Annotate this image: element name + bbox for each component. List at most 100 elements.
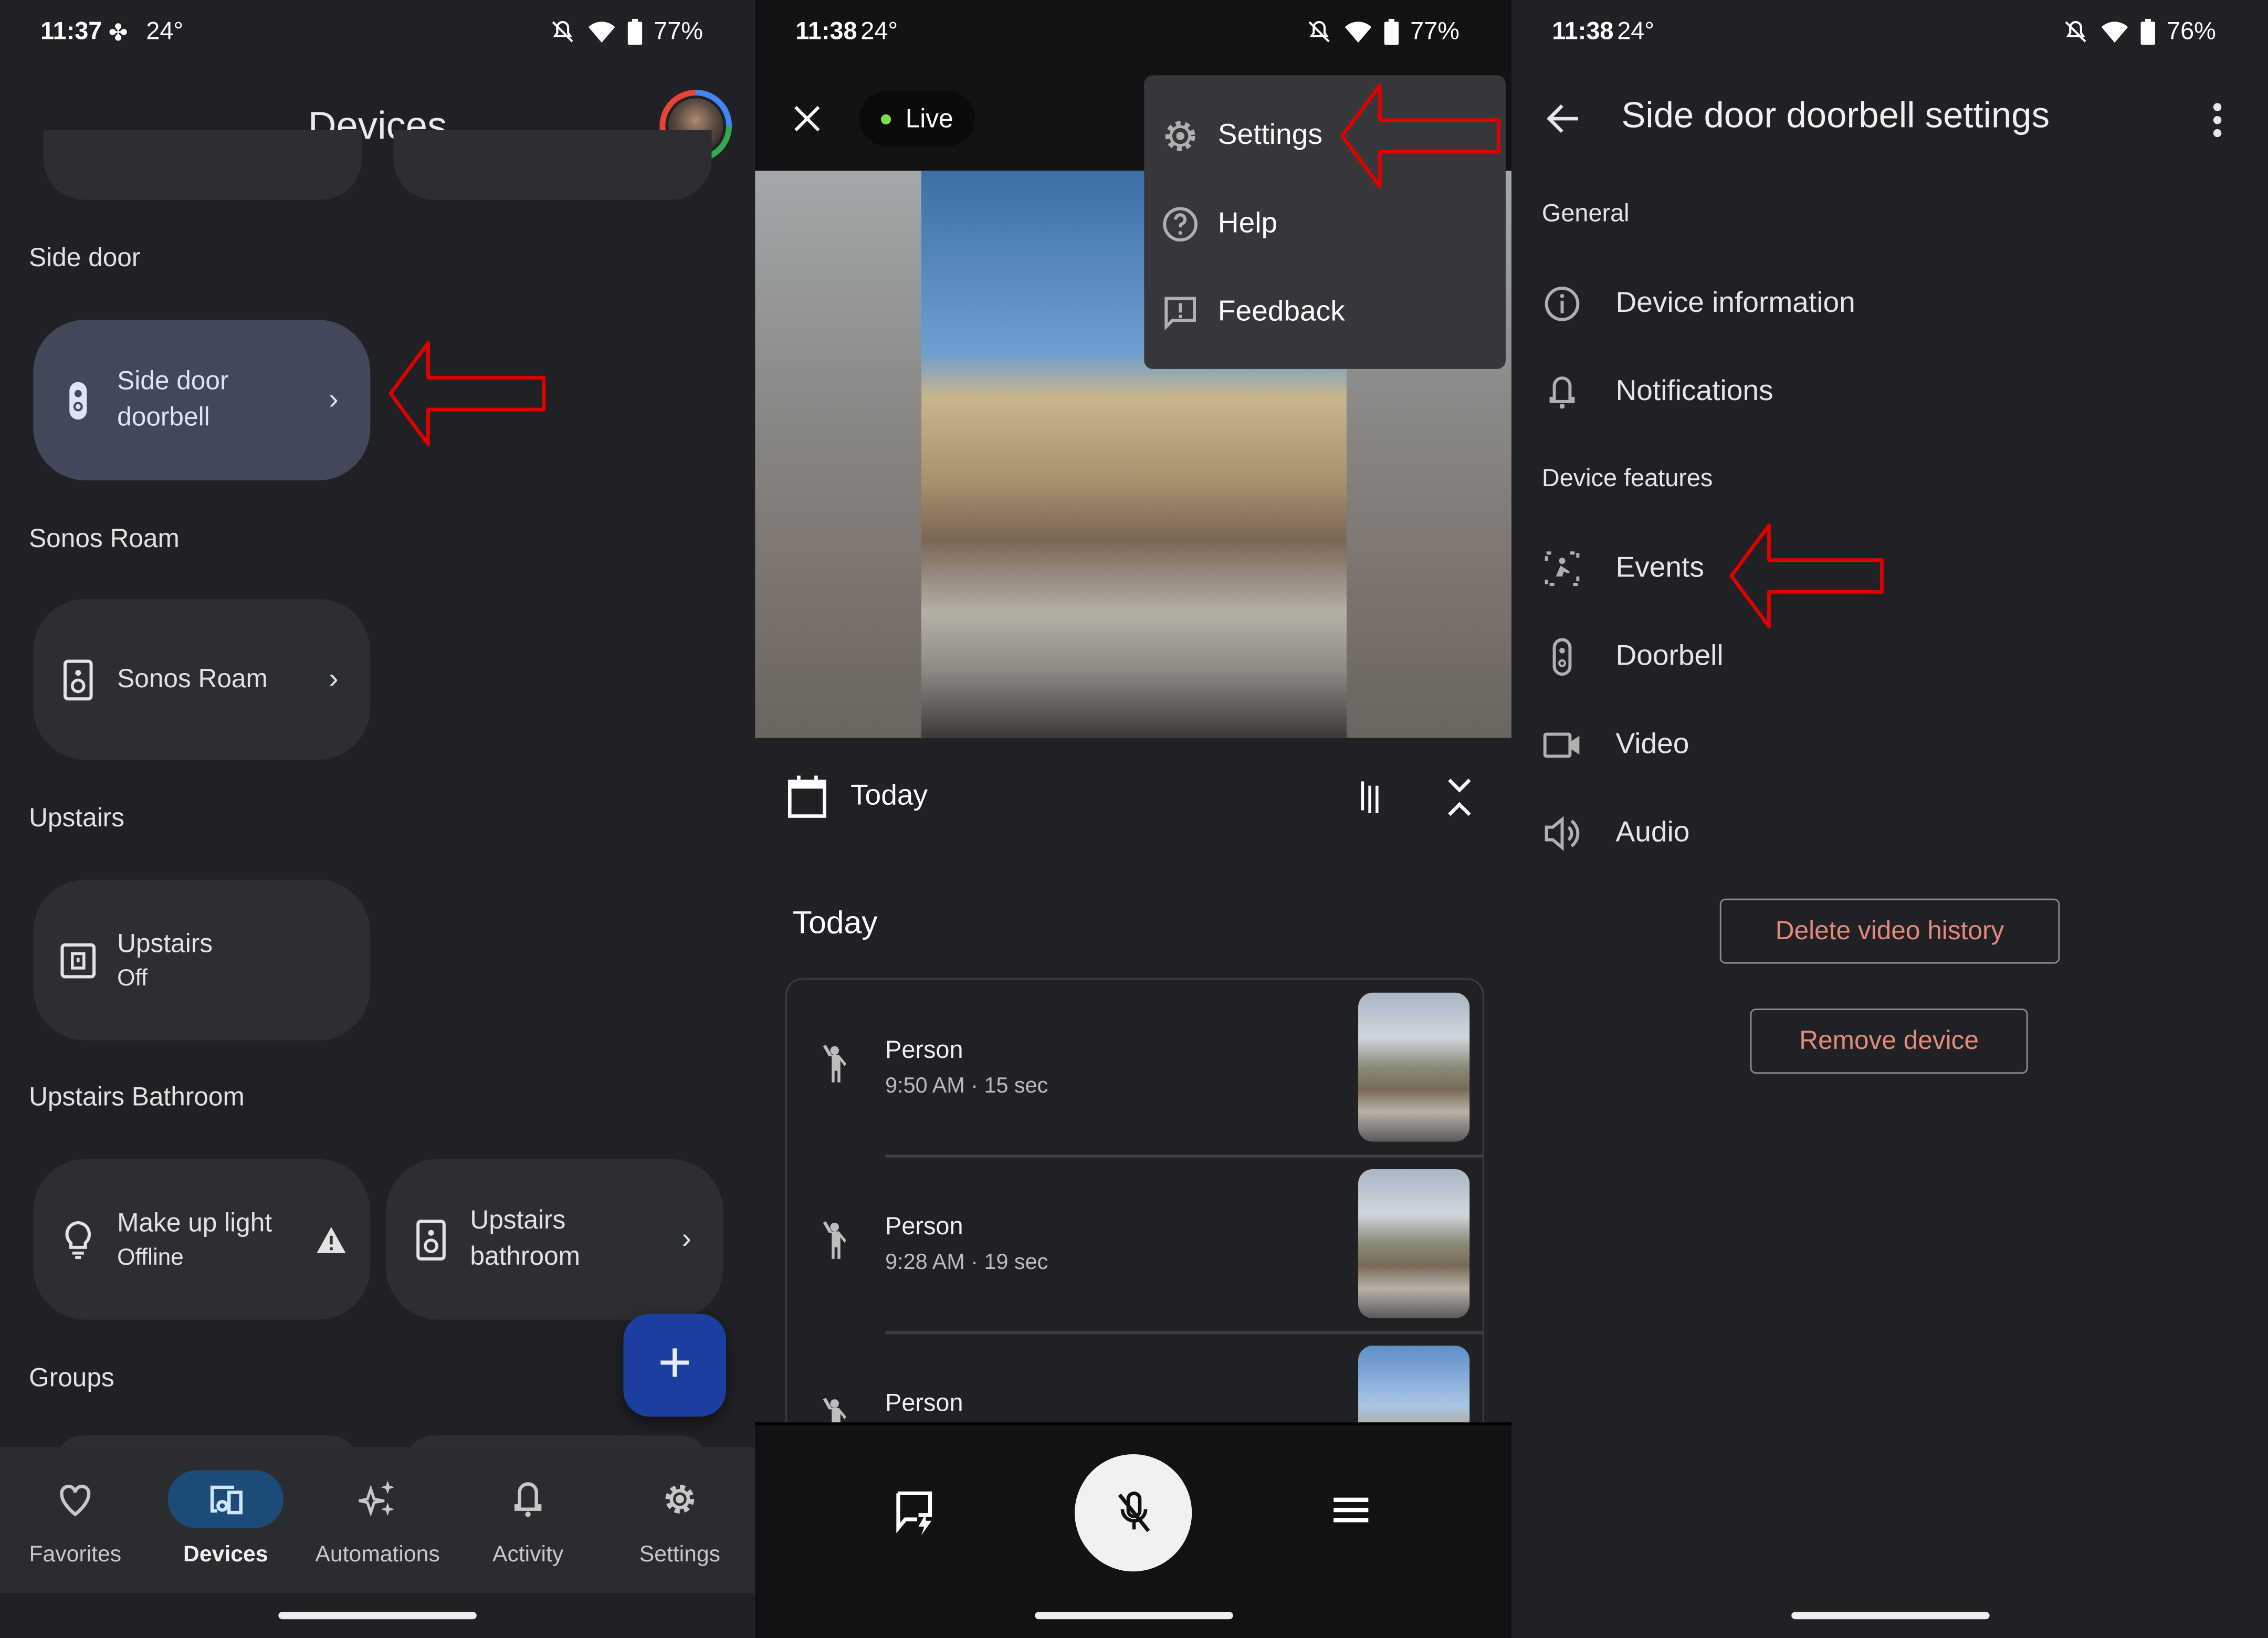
status-bar: 11:38 24° 77% [755, 17, 1511, 52]
quick-response-icon[interactable] [894, 1489, 938, 1536]
event-subtitle: 9:28 AM · 19 sec [885, 1250, 1048, 1275]
device-card-sonos-roam[interactable]: Sonos Roam › [33, 599, 371, 760]
person-icon [823, 1044, 846, 1083]
nav-devices[interactable]: Devices [151, 1447, 301, 1593]
menu-item-feedback[interactable]: Feedback [1144, 269, 1506, 356]
doorbell-icon [69, 381, 87, 419]
nav-label: Settings [639, 1542, 721, 1567]
nav-label: Devices [183, 1542, 268, 1567]
section-label-sonos-roam: Sonos Roam [29, 523, 180, 553]
event-thumbnail[interactable] [1358, 1169, 1470, 1318]
menu-label: Help [1217, 207, 1278, 240]
device-card-partial[interactable] [43, 130, 362, 200]
device-card-partial[interactable] [393, 130, 712, 200]
bell-icon [514, 1482, 542, 1517]
info-icon [1545, 286, 1580, 321]
slack-icon: ✤ [108, 22, 128, 47]
event-title: Person [885, 1212, 963, 1241]
settings-item-device-information[interactable]: Device information [1511, 264, 2268, 344]
live-label: Live [905, 104, 953, 133]
gear-icon [665, 1485, 695, 1514]
device-name: Make up light [117, 1208, 272, 1237]
event-item[interactable]: Person 9:28 AM · 19 sec [787, 1156, 1483, 1335]
speaker-icon [63, 659, 93, 700]
settings-item-label: Device information [1615, 287, 1855, 319]
nav-activity[interactable]: Activity [453, 1447, 603, 1593]
settings-item-label: Notifications [1615, 375, 1773, 407]
doorbell-icon [1552, 638, 1572, 676]
home-indicator[interactable] [1034, 1612, 1233, 1620]
device-name: Sonos Roam [117, 664, 268, 694]
annotation-arrow [1340, 83, 1500, 188]
bottom-navigation: Favorites Devices Automations Activity S… [0, 1447, 755, 1593]
home-indicator[interactable] [1790, 1612, 1989, 1620]
section-label-device-features: Device features [1541, 464, 1713, 492]
menu-icon[interactable] [1332, 1495, 1370, 1527]
nav-settings[interactable]: Settings [605, 1447, 755, 1593]
delete-video-history-button[interactable]: Delete video history [1719, 898, 2060, 964]
timeline-view-icon[interactable] [1360, 780, 1383, 815]
status-time: 11:38 [1552, 17, 1614, 45]
chevron-right-icon: › [681, 1222, 691, 1255]
event-subtitle: 9:50 AM · 15 sec [885, 1074, 1048, 1098]
settings-item-notifications[interactable]: Notifications [1511, 352, 2268, 433]
event-thumbnail[interactable] [1358, 992, 1470, 1142]
sparkle-icon [359, 1480, 395, 1517]
annotation-arrow [1729, 523, 1884, 628]
battery-icon [1384, 18, 1399, 45]
events-icon [1545, 551, 1580, 586]
status-time: 11:38 [795, 17, 857, 45]
battery-icon [2140, 18, 2156, 45]
device-card-upstairs-bathroom[interactable]: Upstairs bathroom › [386, 1159, 723, 1320]
live-dot [880, 114, 891, 125]
battery-percent: 76% [2167, 17, 2216, 45]
add-device-fab[interactable]: + [623, 1314, 727, 1417]
menu-item-help[interactable]: Help [1144, 181, 1506, 268]
live-badge: Live [859, 91, 975, 146]
settings-item-audio[interactable]: Audio [1511, 793, 2268, 874]
chevron-right-icon: › [329, 663, 339, 695]
date-picker-label[interactable]: Today [850, 780, 928, 813]
nav-label: Automations [315, 1542, 440, 1567]
battery-percent: 77% [1410, 17, 1460, 45]
settings-item-label: Audio [1615, 816, 1690, 849]
back-arrow-icon[interactable] [1546, 103, 1581, 135]
device-name: Upstairs [117, 929, 213, 958]
camera-controls [755, 1422, 1512, 1638]
talk-mic-button[interactable] [1075, 1454, 1192, 1572]
bell-off-icon [2065, 20, 2086, 43]
home-indicator[interactable] [278, 1612, 477, 1620]
menu-label: Feedback [1217, 296, 1345, 328]
nav-favorites[interactable]: Favorites [0, 1447, 151, 1593]
speaker-icon [416, 1219, 446, 1260]
settings-item-events[interactable]: Events [1511, 528, 2268, 609]
battery-icon [627, 18, 643, 45]
settings-screen: 11:38 24° 76% Side door doorbell setting… [1511, 0, 2268, 1638]
device-card-make-up-light[interactable]: Make up light Offline [33, 1159, 371, 1320]
bell-off-icon [1308, 20, 1330, 43]
remove-device-button[interactable]: Remove device [1750, 1009, 2028, 1074]
person-icon [823, 1221, 846, 1259]
help-icon [1163, 207, 1198, 242]
heart-icon [60, 1485, 91, 1517]
collapse-icon[interactable] [1445, 775, 1474, 819]
status-bar: 11:37 ✤ 24° 77% [0, 17, 755, 52]
nav-label: Activity [492, 1542, 564, 1567]
nav-automations[interactable]: Automations [302, 1447, 453, 1593]
calendar-icon[interactable] [787, 775, 827, 819]
events-day-heading: Today [792, 904, 878, 941]
device-card-side-door-doorbell[interactable]: Side door doorbell › [33, 320, 371, 481]
annotation-arrow [388, 341, 546, 446]
more-vert-icon[interactable] [2210, 101, 2225, 139]
device-card-upstairs[interactable]: Upstairs Off [33, 879, 371, 1041]
device-name-line2: doorbell [117, 402, 210, 432]
event-item[interactable]: Person 9:50 AM · 15 sec [787, 980, 1483, 1158]
device-status: Off [117, 967, 148, 991]
camera-screen: 11:38 24° 77% Live Settings Help Feedbac… [755, 0, 1512, 1638]
settings-item-doorbell[interactable]: Doorbell [1511, 616, 2268, 697]
close-icon[interactable] [793, 104, 822, 133]
wifi-icon [1345, 22, 1372, 43]
wifi-icon [2101, 22, 2128, 43]
devices-screen: 11:37 ✤ 24° 77% Devices Side door Side d… [0, 0, 755, 1638]
settings-item-video[interactable]: Video [1511, 705, 2268, 785]
